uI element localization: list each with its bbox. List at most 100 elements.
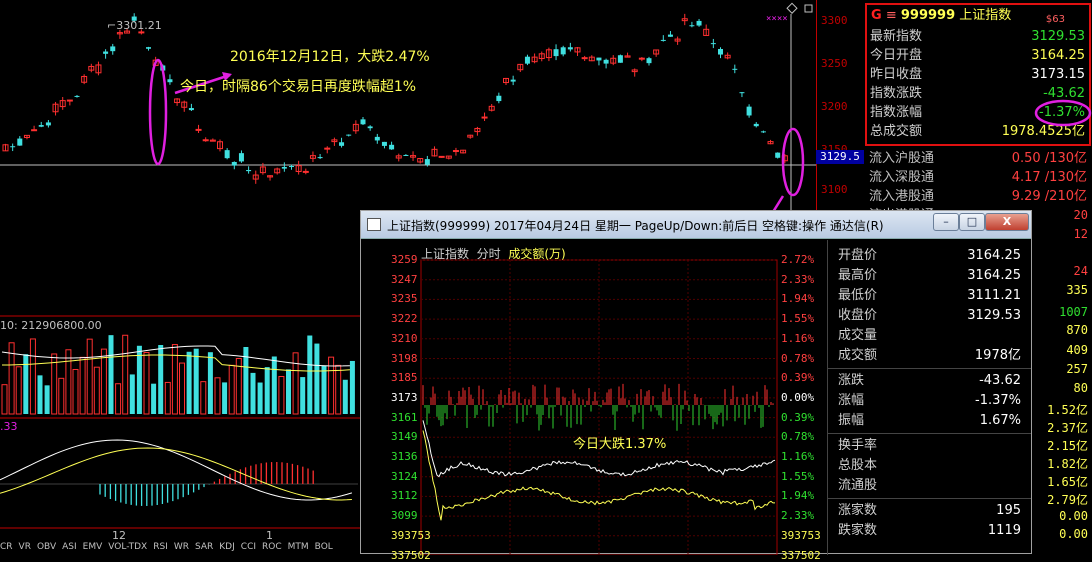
volume-bar xyxy=(23,354,29,414)
volume-bar xyxy=(214,377,221,415)
indicator-tab[interactable]: ROC xyxy=(262,542,282,552)
side-number: 1.52亿 xyxy=(1047,403,1088,417)
quote-value: 3164.25 xyxy=(1031,48,1085,63)
intraday-chart[interactable] xyxy=(361,240,827,555)
candle xyxy=(10,146,16,148)
side-number: 335 xyxy=(1066,283,1088,297)
indicator-tab[interactable]: MTM xyxy=(288,542,309,552)
axis-tick-right: 1.94% xyxy=(781,489,815,503)
candle xyxy=(746,106,752,116)
candle xyxy=(231,161,237,166)
candle xyxy=(360,119,366,125)
axis-tick-right: 0.78% xyxy=(781,351,815,365)
candle xyxy=(374,136,380,141)
volume-bar xyxy=(65,349,72,415)
candle xyxy=(346,134,352,136)
axis-tick-left: 3112 xyxy=(391,489,418,503)
side-number: 870 xyxy=(1066,323,1088,337)
volume-bar xyxy=(193,348,199,414)
indicator-tab[interactable]: WR xyxy=(174,542,189,552)
axis-tick-right: 0.39% xyxy=(781,371,815,385)
volume-bar xyxy=(15,366,22,415)
volume-bar xyxy=(129,374,135,414)
high-price-label: ⌐3301.21 xyxy=(107,19,162,32)
volume-bar xyxy=(58,377,65,415)
logo-icon: G xyxy=(871,8,882,23)
macd-indicator-label: .33 xyxy=(0,420,18,433)
volume-bar xyxy=(222,382,228,414)
popup-info-panel: 开盘价 3164.25 最高价 3164.25 最低价 3111.21 收盘价 3129.53… xyxy=(827,240,1031,555)
candle xyxy=(45,122,51,126)
info-value: 3111.21 xyxy=(967,288,1021,303)
volume-bar xyxy=(100,348,107,415)
indicator-tab[interactable]: CR xyxy=(0,542,13,552)
indicator-tab[interactable]: SAR xyxy=(195,542,213,552)
stock-name: 上证指数 xyxy=(959,8,1012,23)
indicator-tab[interactable]: VR xyxy=(19,542,31,552)
quote-label: 指数涨幅 xyxy=(870,105,923,120)
axis-tick-left: 3161 xyxy=(391,410,418,424)
indicator-tab[interactable]: EMV xyxy=(83,542,103,552)
side-number: 1.65亿 xyxy=(1047,475,1088,489)
flow-row: 流入深股通 4.17 /130亿 xyxy=(865,166,1091,185)
axis-tick-left: 3136 xyxy=(391,450,418,463)
info-row: 开盘价 3164.25 xyxy=(828,246,1031,266)
popup-titlebar[interactable]: 上证指数(999999) 2017年04月24日 星期一 PageUp/Down… xyxy=(361,211,1031,239)
info-label: 最低价 xyxy=(838,288,878,303)
info-label: 涨跌 xyxy=(838,373,865,388)
menu-icon[interactable]: ≡ xyxy=(886,8,897,23)
volume-bar xyxy=(93,366,100,415)
current-price-tag: 3129.5 xyxy=(816,150,864,164)
indicator-tab[interactable]: KDJ xyxy=(219,542,235,552)
quote-value: 3173.15 xyxy=(1031,67,1085,82)
candle xyxy=(224,150,230,159)
minimize-button[interactable]: – xyxy=(933,213,959,231)
info-value: 195 xyxy=(996,503,1021,518)
popup-title: 上证指数(999999) 2017年04月24日 星期一 PageUp/Down… xyxy=(387,219,884,233)
volume-bar xyxy=(264,367,270,414)
axis-tick: 3300 xyxy=(821,14,848,27)
candle xyxy=(596,57,602,61)
indicator-tab[interactable]: BOL xyxy=(315,542,333,552)
side-number: 2.15亿 xyxy=(1047,439,1088,453)
candle xyxy=(646,58,652,64)
candle xyxy=(17,138,23,146)
candle xyxy=(317,157,323,159)
stock-code: 999999 xyxy=(900,8,956,23)
candle xyxy=(667,34,673,37)
candle xyxy=(110,46,116,52)
flow-row: 流入沪股通 0.50 /130亿 xyxy=(865,147,1091,166)
axis-tick-right: 337502 xyxy=(781,548,821,562)
flow-label: 流入港股通 xyxy=(869,189,935,204)
volume-bar xyxy=(29,338,36,415)
maximize-button[interactable]: □ xyxy=(959,213,985,231)
info-row: 流通股 xyxy=(828,476,1031,496)
info-row: 成交额 1978亿 xyxy=(828,346,1031,366)
close-button[interactable]: X xyxy=(985,213,1029,231)
highlight-ellipse-dec12 xyxy=(148,58,168,166)
app-icon xyxy=(367,218,381,231)
quote-panel: G ≡ 999999 上证指数 $63 最新指数 3129.53 今日开盘 3164… xyxy=(865,3,1092,146)
quote-tag: $63 xyxy=(1045,14,1065,25)
candle xyxy=(524,56,530,64)
indicator-tab[interactable]: CCI xyxy=(241,542,256,552)
candle xyxy=(195,128,202,131)
indicator-tab[interactable]: OBV xyxy=(37,542,56,552)
intraday-popup-window[interactable]: 上证指数(999999) 2017年04月24日 星期一 PageUp/Down… xyxy=(360,210,1032,562)
indicator-tab[interactable]: ASI xyxy=(62,542,77,552)
flow-value: 9.29 /210亿 xyxy=(1011,189,1087,204)
info-value: -43.62 xyxy=(979,373,1021,388)
info-row: 成交量 xyxy=(828,326,1031,346)
info-row: 跌家数 1119 xyxy=(828,521,1031,541)
axis-tick-right: 0.78% xyxy=(781,430,815,444)
info-row: 收盘价 3129.53 xyxy=(828,306,1031,326)
axis-tick-right: 2.33% xyxy=(781,272,815,286)
volume-bar xyxy=(179,362,185,415)
axis-tick: 3250 xyxy=(821,57,848,70)
indicator-tab[interactable]: VOL-TDX xyxy=(108,542,147,552)
side-number: 2.37亿 xyxy=(1047,421,1088,435)
info-row: 涨家数 195 xyxy=(828,501,1031,521)
axis-tick-right: 393753 xyxy=(781,528,821,542)
info-value: 3164.25 xyxy=(967,248,1021,263)
indicator-tab[interactable]: RSI xyxy=(153,542,168,552)
